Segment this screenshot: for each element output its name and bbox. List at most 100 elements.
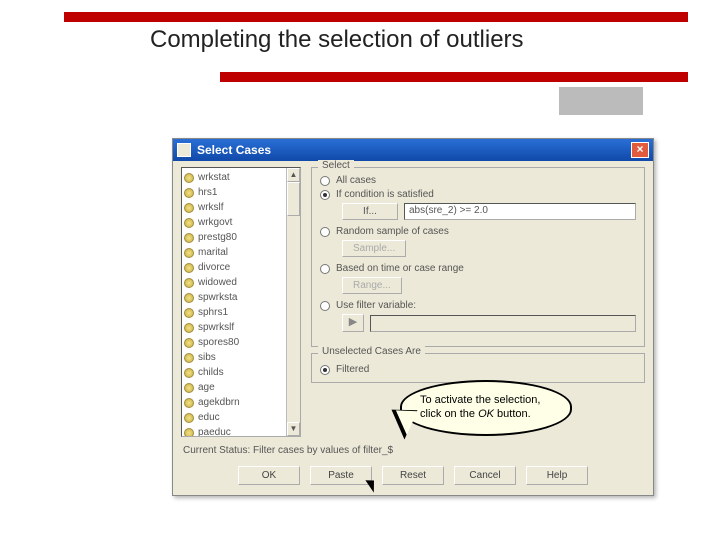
radio-label: All cases	[336, 175, 376, 186]
variable-icon	[184, 428, 194, 438]
variable-icon	[184, 338, 194, 348]
variable-icon	[184, 383, 194, 393]
variable-name: sphrs1	[198, 307, 228, 318]
list-item[interactable]: widowed	[182, 275, 286, 290]
variable-icon	[184, 248, 194, 258]
variable-icon	[184, 323, 194, 333]
ok-button[interactable]: OK	[238, 466, 300, 485]
variable-name: paeduc	[198, 427, 231, 437]
variable-icon	[184, 398, 194, 408]
list-item[interactable]: wrkslf	[182, 200, 286, 215]
variable-name: divorce	[198, 262, 230, 273]
list-item[interactable]: age	[182, 380, 286, 395]
list-item[interactable]: spores80	[182, 335, 286, 350]
variable-icon	[184, 233, 194, 243]
if-expression-display: abs(sre_2) >= 2.0	[404, 203, 636, 220]
mid-accent-bar	[220, 72, 688, 82]
instruction-callout: To activate the selection, click on the …	[400, 380, 572, 436]
list-item[interactable]: educ	[182, 410, 286, 425]
decorative-grey-box	[558, 86, 644, 116]
list-item[interactable]: wrkgovt	[182, 215, 286, 230]
select-group-label: Select	[318, 160, 354, 171]
radio-if-condition[interactable]: If condition is satisfied	[320, 189, 636, 200]
filter-variable-field[interactable]	[370, 315, 636, 332]
select-groupbox: Select All cases If condition is satisfi…	[311, 167, 645, 347]
scroll-down-button[interactable]: ▼	[287, 422, 300, 436]
variable-name: wrkslf	[198, 202, 224, 213]
cancel-button[interactable]: Cancel	[454, 466, 516, 485]
dialog-title: Select Cases	[197, 143, 271, 157]
range-button[interactable]: Range...	[342, 277, 402, 294]
help-button[interactable]: Help	[526, 466, 588, 485]
variable-icon	[184, 413, 194, 423]
list-item[interactable]: sphrs1	[182, 305, 286, 320]
list-item[interactable]: spwrkslf	[182, 320, 286, 335]
variable-name: marital	[198, 247, 228, 258]
dialog-titlebar: Select Cases ×	[173, 139, 653, 161]
variable-name: sibs	[198, 352, 216, 363]
variable-name: widowed	[198, 277, 237, 288]
variable-icon	[184, 368, 194, 378]
variable-name: spores80	[198, 337, 239, 348]
radio-time-range[interactable]: Based on time or case range	[320, 263, 636, 274]
paste-button[interactable]: Paste	[310, 466, 372, 485]
unselected-groupbox: Unselected Cases Are Filtered	[311, 353, 645, 383]
current-status-text: Current Status: Filter cases by values o…	[173, 441, 653, 458]
variable-icon	[184, 218, 194, 228]
radio-icon	[320, 190, 330, 200]
list-item[interactable]: sibs	[182, 350, 286, 365]
variable-name: wrkstat	[198, 172, 230, 183]
select-cases-dialog: Select Cases × wrkstat hrs1 wrkslf wrkgovt p…	[172, 138, 654, 496]
variable-icon	[184, 278, 194, 288]
scroll-thumb[interactable]	[287, 182, 300, 216]
radio-label: Use filter variable:	[336, 300, 416, 311]
radio-label: Random sample of cases	[336, 226, 449, 237]
radio-all-cases[interactable]: All cases	[320, 175, 636, 186]
list-item[interactable]: hrs1	[182, 185, 286, 200]
unselected-group-label: Unselected Cases Are	[318, 346, 425, 357]
move-variable-button[interactable]: ▶	[342, 314, 364, 332]
list-item[interactable]: marital	[182, 245, 286, 260]
if-button[interactable]: If...	[342, 203, 398, 220]
variable-name: educ	[198, 412, 220, 423]
variable-icon	[184, 173, 194, 183]
list-scrollbar[interactable]: ▲ ▼	[286, 168, 300, 436]
sample-button[interactable]: Sample...	[342, 240, 406, 257]
list-item[interactable]: divorce	[182, 260, 286, 275]
top-accent-bar	[64, 12, 688, 22]
variable-list[interactable]: wrkstat hrs1 wrkslf wrkgovt prestg80 marital d…	[181, 167, 301, 437]
variable-icon	[184, 203, 194, 213]
scroll-up-button[interactable]: ▲	[287, 168, 300, 182]
radio-filter-variable[interactable]: Use filter variable:	[320, 300, 636, 311]
close-button[interactable]: ×	[631, 142, 649, 158]
variable-icon	[184, 308, 194, 318]
radio-label: Based on time or case range	[336, 263, 464, 274]
variable-icon	[184, 353, 194, 363]
radio-icon	[320, 301, 330, 311]
radio-filtered[interactable]: Filtered	[320, 364, 636, 375]
list-item[interactable]: prestg80	[182, 230, 286, 245]
list-item[interactable]: wrkstat	[182, 170, 286, 185]
variable-icon	[184, 188, 194, 198]
variable-icon	[184, 263, 194, 273]
variable-name: agekdbrn	[198, 397, 240, 408]
variable-name: childs	[198, 367, 224, 378]
callout-text-post: button.	[494, 408, 531, 420]
radio-icon	[320, 365, 330, 375]
radio-label: Filtered	[336, 364, 369, 375]
variable-name: age	[198, 382, 215, 393]
radio-icon	[320, 264, 330, 274]
list-item[interactable]: paeduc	[182, 425, 286, 437]
variable-name: prestg80	[198, 232, 237, 243]
variable-name: hrs1	[198, 187, 217, 198]
variable-icon	[184, 293, 194, 303]
list-item[interactable]: childs	[182, 365, 286, 380]
variable-name: wrkgovt	[198, 217, 232, 228]
radio-icon	[320, 176, 330, 186]
list-item[interactable]: agekdbrn	[182, 395, 286, 410]
window-icon	[177, 143, 191, 157]
list-item[interactable]: spwrksta	[182, 290, 286, 305]
slide-title: Completing the selection of outliers	[150, 26, 524, 54]
radio-random-sample[interactable]: Random sample of cases	[320, 226, 636, 237]
reset-button[interactable]: Reset	[382, 466, 444, 485]
